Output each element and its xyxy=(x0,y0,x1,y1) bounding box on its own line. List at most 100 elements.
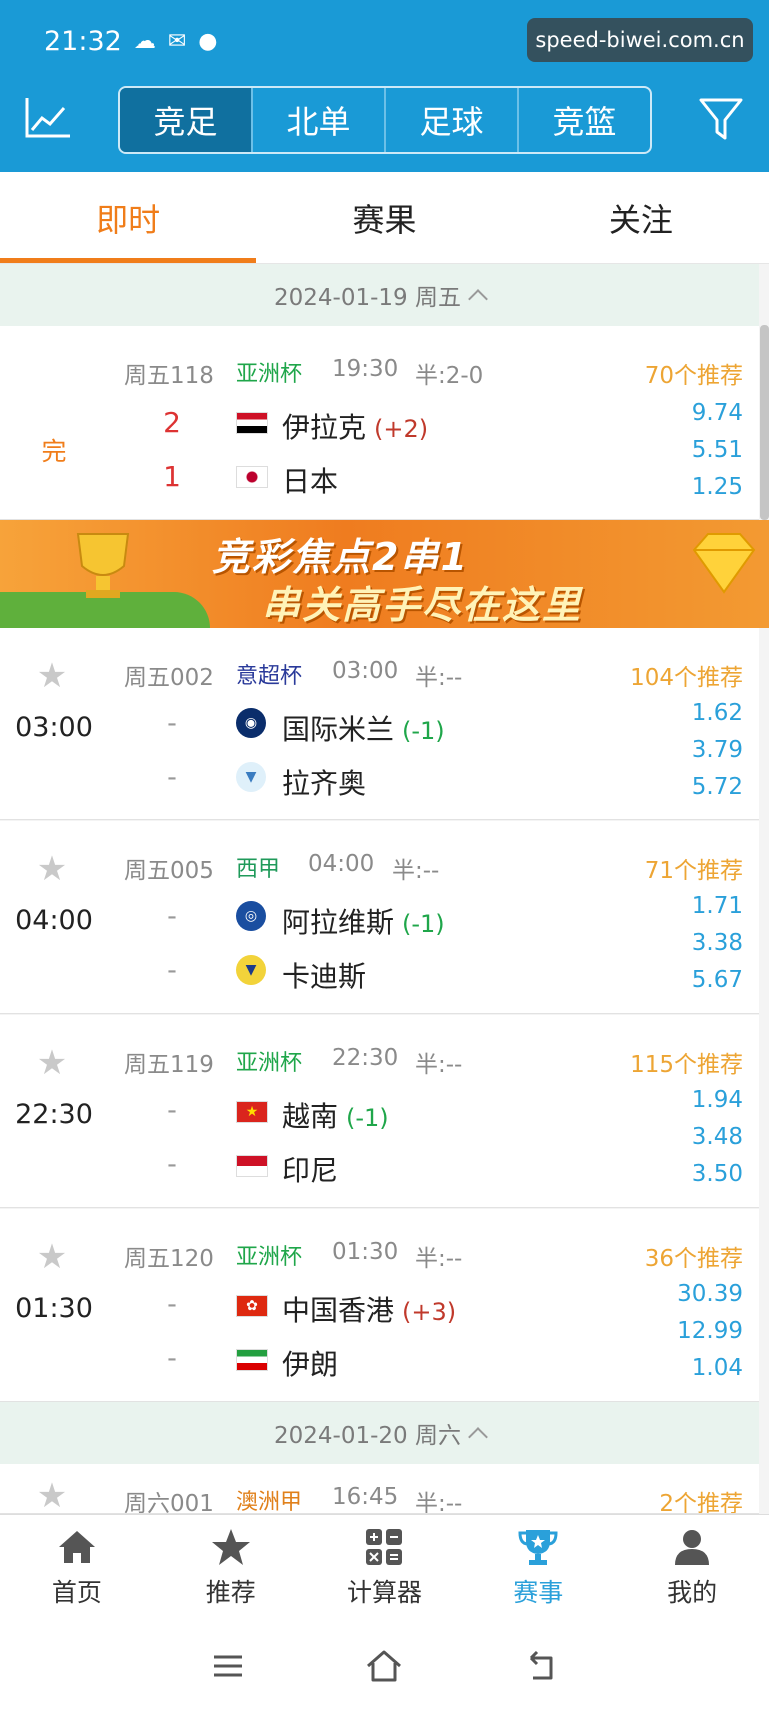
home-score: - xyxy=(167,708,177,739)
inter-crest-icon: ◉ xyxy=(236,708,266,738)
chevron-up-icon xyxy=(468,289,488,309)
home-score: - xyxy=(167,1095,177,1126)
tab-results[interactable]: 赛果 xyxy=(256,172,512,263)
league-name: 亚洲杯 xyxy=(236,1051,303,1076)
star-icon[interactable]: ★ xyxy=(34,1239,70,1275)
tab-followed[interactable]: 关注 xyxy=(513,172,769,263)
recommend-count[interactable]: 36个推荐 xyxy=(645,1239,743,1273)
match-code: 周五119 xyxy=(124,1052,214,1078)
away-team: 伊朗 xyxy=(282,1348,339,1381)
date-header[interactable]: 2024-01-19 周五 xyxy=(0,264,759,326)
odds-win[interactable]: 1.71 xyxy=(692,893,743,919)
match-row[interactable]: 完 周五118 亚洲杯 19:30 半:2-0 70个推荐 2 1 伊拉克 (+2… xyxy=(0,326,759,520)
odds-lose[interactable]: 5.72 xyxy=(692,774,743,800)
cadiz-crest-icon: ▼ xyxy=(236,955,266,985)
odds-draw[interactable]: 3.38 xyxy=(692,930,743,956)
nav-events[interactable]: 赛事 xyxy=(461,1515,615,1620)
away-score: - xyxy=(167,1343,177,1374)
scrollbar[interactable] xyxy=(760,325,769,520)
calculator-icon xyxy=(366,1528,403,1565)
segment-beidan[interactable]: 北单 xyxy=(253,88,386,152)
home-team: 越南 (-1) xyxy=(282,1100,389,1133)
star-icon[interactable]: ★ xyxy=(34,851,70,887)
nav-profile[interactable]: 我的 xyxy=(615,1515,769,1620)
away-team: 日本 xyxy=(282,465,339,498)
handicap: (-1) xyxy=(402,910,445,938)
away-score: - xyxy=(167,1149,177,1180)
nav-label: 首页 xyxy=(51,1577,102,1607)
match-time: 04:00 xyxy=(15,905,93,936)
odds-win[interactable]: 9.74 xyxy=(692,400,743,426)
nav-calculator[interactable]: 计算器 xyxy=(308,1515,462,1620)
trophy-icon xyxy=(518,1529,558,1565)
status-time: 21:32 xyxy=(44,26,122,57)
match-row[interactable]: ★ 03:00 周五002 意超杯 03:00 半:-- 104个推荐 - - … xyxy=(0,628,759,820)
cloud-icon: ☁ xyxy=(133,29,156,54)
recommend-count[interactable]: 2个推荐 xyxy=(659,1484,743,1513)
recommend-count[interactable]: 115个推荐 xyxy=(630,1045,743,1079)
star-icon[interactable]: ★ xyxy=(34,1045,70,1081)
nav-label: 赛事 xyxy=(513,1577,564,1607)
tab-bar: 即时 赛果 关注 xyxy=(0,172,769,264)
menu-icon[interactable] xyxy=(208,1646,248,1686)
half-score: 半:-- xyxy=(415,1246,463,1272)
nav-home[interactable]: 首页 xyxy=(0,1515,154,1620)
filter-icon[interactable] xyxy=(698,96,744,142)
tab-live[interactable]: 即时 xyxy=(0,172,257,263)
bottom-nav: 首页 推荐 计算器 赛事 我的 xyxy=(0,1514,769,1620)
trend-chart-icon[interactable] xyxy=(24,96,72,140)
back-icon[interactable] xyxy=(521,1646,561,1686)
home-icon xyxy=(58,1530,95,1563)
chevron-up-icon xyxy=(468,1427,488,1447)
segment-jingzu[interactable]: 竞足 xyxy=(120,88,253,152)
segment-basketball[interactable]: 竞篮 xyxy=(519,88,650,152)
star-icon[interactable]: ★ xyxy=(34,658,70,694)
kickoff-time: 22:30 xyxy=(332,1045,399,1071)
recommend-count[interactable]: 70个推荐 xyxy=(645,356,743,390)
nav-recommend[interactable]: 推荐 xyxy=(154,1515,308,1620)
kickoff-time: 01:30 xyxy=(332,1239,399,1265)
kickoff-time: 16:45 xyxy=(332,1484,399,1510)
odds-draw[interactable]: 3.79 xyxy=(692,737,743,763)
match-row[interactable]: ★ 04:00 周五005 西甲 04:00 半:-- 71个推荐 - - ◎ … xyxy=(0,821,759,1014)
away-team: 卡迪斯 xyxy=(282,960,367,993)
odds-draw[interactable]: 3.48 xyxy=(692,1124,743,1150)
odds-win[interactable]: 1.62 xyxy=(692,700,743,726)
sport-segment-control: 竞足 北单 足球 竞篮 xyxy=(118,86,652,154)
segment-football[interactable]: 足球 xyxy=(386,88,519,152)
handicap: (+2) xyxy=(374,415,429,443)
odds-lose[interactable]: 1.25 xyxy=(692,474,743,500)
watermark: speed-biwei.com.cn xyxy=(527,18,753,62)
japan-flag-icon xyxy=(236,466,268,488)
home-score: 2 xyxy=(163,406,181,439)
odds-draw[interactable]: 12.99 xyxy=(677,1318,743,1344)
odds-lose[interactable]: 1.04 xyxy=(692,1355,743,1381)
iran-flag-icon xyxy=(236,1349,268,1371)
date-header[interactable]: 2024-01-20 周六 xyxy=(0,1402,759,1464)
recommend-count[interactable]: 71个推荐 xyxy=(645,851,743,885)
odds-lose[interactable]: 5.67 xyxy=(692,967,743,993)
promo-banner[interactable]: 竞彩焦点2串1 串关高手尽在这里 xyxy=(0,520,769,628)
half-score: 半:2-0 xyxy=(415,363,484,389)
indonesia-flag-icon xyxy=(236,1155,268,1177)
match-row[interactable]: ★ 周六001 澳洲甲 16:45 半:-- 2个推荐 xyxy=(0,1464,759,1514)
match-code: 周五118 xyxy=(124,363,214,389)
home-team: 国际米兰 (-1) xyxy=(282,713,445,746)
away-score: 1 xyxy=(163,460,181,493)
handicap: (-1) xyxy=(402,717,445,745)
odds-draw[interactable]: 5.51 xyxy=(692,437,743,463)
home-button-icon[interactable] xyxy=(364,1646,404,1686)
match-row[interactable]: ★ 22:30 周五119 亚洲杯 22:30 半:-- 115个推荐 - - … xyxy=(0,1015,759,1208)
odds-lose[interactable]: 3.50 xyxy=(692,1161,743,1187)
nav-label: 推荐 xyxy=(205,1577,256,1607)
match-row[interactable]: ★ 01:30 周五120 亚洲杯 01:30 半:-- 36个推荐 - - ✿… xyxy=(0,1209,759,1402)
user-icon xyxy=(675,1529,710,1565)
away-team: 印尼 xyxy=(282,1154,339,1187)
odds-win[interactable]: 30.39 xyxy=(677,1281,743,1307)
odds-win[interactable]: 1.94 xyxy=(692,1087,743,1113)
home-team: 中国香港 (+3) xyxy=(282,1294,457,1327)
recommend-count[interactable]: 104个推荐 xyxy=(630,658,743,692)
lazio-crest-icon: ▼ xyxy=(236,762,266,792)
kickoff-time: 04:00 xyxy=(308,851,375,877)
star-icon[interactable]: ★ xyxy=(34,1478,70,1513)
